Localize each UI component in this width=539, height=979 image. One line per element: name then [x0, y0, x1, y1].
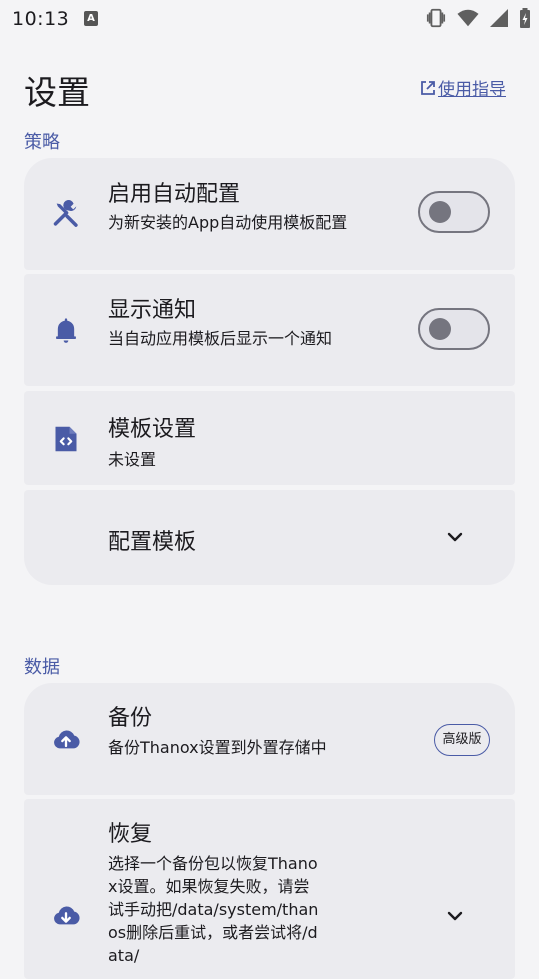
cloud-download-icon — [54, 906, 80, 925]
backup-item[interactable]: 备份 备份Thanox设置到外置存储中 高级版 — [24, 683, 515, 795]
cloud-upload-icon — [54, 730, 80, 749]
vibrate-icon — [426, 8, 446, 28]
chevron-down-icon[interactable] — [445, 527, 465, 547]
toggle-knob — [429, 201, 451, 223]
bell-icon — [56, 318, 76, 343]
page-title: 设置 — [24, 73, 90, 112]
template-settings-subtitle: 未设置 — [108, 450, 157, 469]
wifi-icon — [457, 9, 479, 27]
template-settings-item[interactable]: 模板设置 未设置 — [24, 391, 515, 485]
backup-subtitle: 备份Thanox设置到外置存储中 — [108, 738, 327, 757]
configure-templates-item[interactable]: 配置模板 — [24, 490, 515, 585]
app-header: 设置 使用指导 — [0, 55, 539, 115]
notification-a-icon: A — [84, 11, 98, 26]
open-external-icon — [421, 80, 435, 95]
auto-config-item[interactable]: 启用自动配置 为新安装的App自动使用模板配置 — [24, 158, 515, 270]
show-notification-title: 显示通知 — [108, 298, 197, 323]
section-label-strategy: 策略 — [24, 132, 60, 153]
battery-charging-icon — [520, 8, 530, 28]
show-notification-item[interactable]: 显示通知 当自动应用模板后显示一个通知 — [24, 274, 515, 386]
show-notification-subtitle: 当自动应用模板后显示一个通知 — [108, 329, 333, 348]
auto-config-toggle[interactable] — [418, 191, 490, 233]
show-notification-toggle[interactable] — [418, 308, 490, 350]
signal-icon — [490, 9, 508, 27]
restore-subtitle: 选择一个备份包以恢复Thanox设置。如果恢复失败，请尝试手动把/data/sy… — [108, 854, 319, 965]
usage-guide-link[interactable]: 使用指导 — [420, 75, 506, 100]
section-label-data: 数据 — [24, 657, 60, 678]
template-settings-title: 模板设置 — [108, 417, 197, 442]
status-bar: 10:13 A — [0, 0, 539, 38]
usage-guide-label: 使用指导 — [438, 80, 506, 100]
premium-badge: 高级版 — [434, 724, 490, 756]
code-file-icon — [55, 426, 77, 452]
auto-config-title: 启用自动配置 — [108, 182, 241, 207]
configure-templates-title: 配置模板 — [108, 530, 197, 555]
status-icons — [425, 7, 531, 29]
status-time: 10:13 — [12, 8, 70, 30]
restore-item[interactable]: 恢复 选择一个备份包以恢复Thanox设置。如果恢复失败，请尝试手动把/data… — [24, 799, 515, 979]
backup-title: 备份 — [108, 706, 153, 731]
restore-title: 恢复 — [108, 822, 153, 847]
auto-config-subtitle: 为新安装的App自动使用模板配置 — [108, 213, 348, 232]
chevron-down-icon[interactable] — [445, 906, 465, 926]
toggle-knob — [429, 318, 451, 340]
wrench-screwdriver-icon — [53, 200, 78, 227]
